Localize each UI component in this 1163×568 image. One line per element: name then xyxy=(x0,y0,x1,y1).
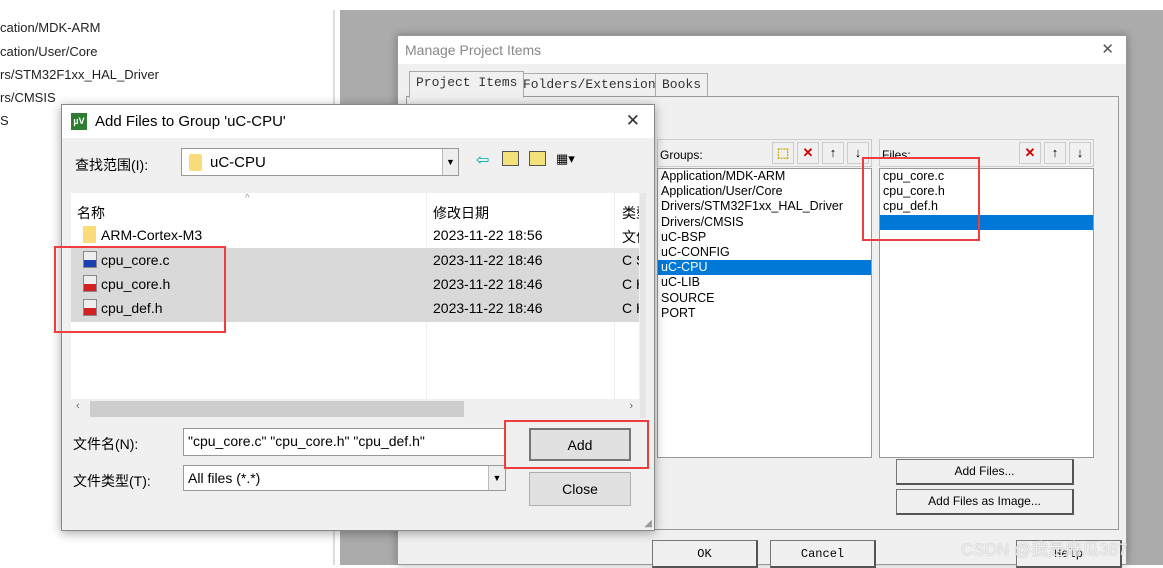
file-name: cpu_def.h xyxy=(101,300,163,316)
groups-header: Groups: ⬚ ✕ ↑ ↓ xyxy=(657,139,872,167)
delete-icon[interactable]: ✕ xyxy=(797,142,819,164)
group-item[interactable]: PORT xyxy=(658,306,871,321)
horizontal-scrollbar[interactable]: ‹ › xyxy=(71,399,639,418)
list-item: rs/STM32F1xx_HAL_Driver xyxy=(0,67,159,82)
look-in-value: uC-CPU xyxy=(210,154,266,171)
group-item[interactable]: uC-LIB xyxy=(658,275,871,290)
file-date: 2023-11-22 18:46 xyxy=(433,276,543,292)
file-row-selected[interactable]: cpu_core.c 2023-11-22 18:46 C S xyxy=(71,248,639,272)
file-row-selected[interactable]: cpu_core.h 2023-11-22 18:46 C H xyxy=(71,272,639,296)
file-date: 2023-11-22 18:56 xyxy=(433,227,543,243)
list-item: cation/User/Core xyxy=(0,44,98,59)
file-item-selected[interactable] xyxy=(880,214,1093,230)
close-button[interactable]: Close xyxy=(529,472,631,506)
keil-app-icon: µV xyxy=(71,113,87,130)
group-item[interactable]: uC-CONFIG xyxy=(658,245,871,260)
close-icon[interactable]: ✕ xyxy=(1101,40,1114,58)
tab-books[interactable]: Books xyxy=(655,73,709,97)
scroll-left-icon[interactable]: ‹ xyxy=(76,400,80,412)
group-item[interactable]: uC-BSP xyxy=(658,230,871,245)
group-item[interactable]: Application/User/Core xyxy=(658,184,871,199)
list-item: cation/MDK-ARM xyxy=(0,20,101,35)
groups-label: Groups: xyxy=(660,148,703,162)
chevron-down-icon[interactable]: ▼ xyxy=(442,149,458,175)
title-bar: µV Add Files to Group 'uC-CPU' ✕ xyxy=(62,105,654,138)
move-down-icon[interactable]: ↓ xyxy=(1069,142,1091,164)
folder-icon xyxy=(83,226,96,243)
filename-label: 文件名(N): xyxy=(73,436,139,452)
filename-input[interactable]: "cpu_core.c" "cpu_core.h" "cpu_def.h" xyxy=(183,428,506,456)
file-item[interactable]: cpu_def.h xyxy=(880,199,1093,214)
sort-ascending-icon: ^ xyxy=(245,193,250,204)
back-icon[interactable]: ⇦ xyxy=(476,150,489,170)
c-file-icon xyxy=(83,251,97,268)
column-header-type[interactable]: 类型 xyxy=(622,203,639,223)
file-item[interactable]: cpu_core.c xyxy=(880,169,1093,184)
new-group-icon[interactable]: ⬚ xyxy=(772,142,794,164)
file-name: ARM-Cortex-M3 xyxy=(101,227,203,243)
title-bar: Manage Project Items ✕ xyxy=(398,36,1126,64)
groups-list[interactable]: Application/MDK-ARM Application/User/Cor… xyxy=(657,168,872,458)
files-label: Files: xyxy=(882,148,911,162)
group-item[interactable]: SOURCE xyxy=(658,291,871,306)
h-file-icon xyxy=(83,275,97,292)
help-button[interactable]: Help xyxy=(1016,540,1122,568)
move-up-icon[interactable]: ↑ xyxy=(1044,142,1066,164)
scroll-right-icon[interactable]: › xyxy=(629,400,633,412)
file-type: C H xyxy=(622,300,639,316)
h-file-icon xyxy=(83,299,97,316)
file-type: C S xyxy=(622,252,639,268)
filetype-label: 文件类型(T): xyxy=(73,473,151,489)
file-item[interactable]: cpu_core.h xyxy=(880,184,1093,199)
filetype-value: All files (*.*) xyxy=(188,470,261,486)
scrollbar-thumb[interactable] xyxy=(90,401,464,417)
group-item[interactable]: Drivers/STM32F1xx_HAL_Driver xyxy=(658,199,871,214)
files-list[interactable]: cpu_core.c cpu_core.h cpu_def.h xyxy=(879,168,1094,458)
delete-file-icon[interactable]: ✕ xyxy=(1019,142,1041,164)
add-files-as-image-button[interactable]: Add Files as Image... xyxy=(896,489,1074,515)
files-header: Files: ✕ ↑ ↓ xyxy=(879,139,1094,167)
file-row-selected[interactable]: cpu_def.h 2023-11-22 18:46 C H xyxy=(71,296,639,322)
add-files-button[interactable]: Add Files... xyxy=(896,459,1074,485)
view-menu-icon[interactable]: ▦▾ xyxy=(556,151,582,167)
list-item: S xyxy=(0,113,9,128)
group-item[interactable]: Application/MDK-ARM xyxy=(658,169,871,184)
chevron-down-icon[interactable]: ▼ xyxy=(488,466,505,490)
file-date: 2023-11-22 18:46 xyxy=(433,300,543,316)
close-icon[interactable]: ✕ xyxy=(626,111,640,131)
file-date: 2023-11-22 18:46 xyxy=(433,252,543,268)
move-up-icon[interactable]: ↑ xyxy=(822,142,844,164)
group-item-selected[interactable]: uC-CPU xyxy=(658,260,871,276)
file-list[interactable]: 名称 ^ 修改日期 类型 ARM-Cortex-M3 2023-11-22 18… xyxy=(71,193,639,418)
add-button[interactable]: Add xyxy=(529,428,631,461)
look-in-label: 查找范围(I): xyxy=(75,157,149,173)
dialog-title: Manage Project Items xyxy=(405,42,542,58)
file-name: cpu_core.h xyxy=(101,276,171,292)
file-type: 文件 xyxy=(622,229,639,245)
dialog-title: Add Files to Group 'uC-CPU' xyxy=(95,113,286,130)
tab-folders-extensions[interactable]: Folders/Extensions xyxy=(516,73,671,97)
add-files-dialog: µV Add Files to Group 'uC-CPU' ✕ 查找范围(I)… xyxy=(61,104,655,531)
folder-icon xyxy=(189,154,202,171)
vertical-scrollbar[interactable] xyxy=(640,193,646,418)
file-name: cpu_core.c xyxy=(101,252,170,268)
list-item: rs/CMSIS xyxy=(0,90,56,105)
filetype-dropdown[interactable]: All files (*.*) ▼ xyxy=(183,465,506,491)
resize-grip-icon[interactable]: ◢ xyxy=(644,518,652,529)
column-header-date[interactable]: 修改日期 xyxy=(433,203,489,223)
file-row[interactable]: ARM-Cortex-M3 2023-11-22 18:56 文件 xyxy=(71,223,639,247)
tab-project-items[interactable]: Project Items xyxy=(409,71,525,98)
group-item[interactable]: Drivers/CMSIS xyxy=(658,215,871,230)
file-type: C H xyxy=(622,276,639,292)
cancel-button[interactable]: Cancel xyxy=(770,540,876,568)
up-folder-icon[interactable] xyxy=(502,151,519,166)
move-down-icon[interactable]: ↓ xyxy=(847,142,869,164)
column-header-name[interactable]: 名称 xyxy=(77,203,105,223)
look-in-dropdown[interactable]: uC-CPU ▼ xyxy=(181,148,459,176)
ok-button[interactable]: OK xyxy=(652,540,758,568)
new-folder-icon[interactable] xyxy=(529,151,546,166)
